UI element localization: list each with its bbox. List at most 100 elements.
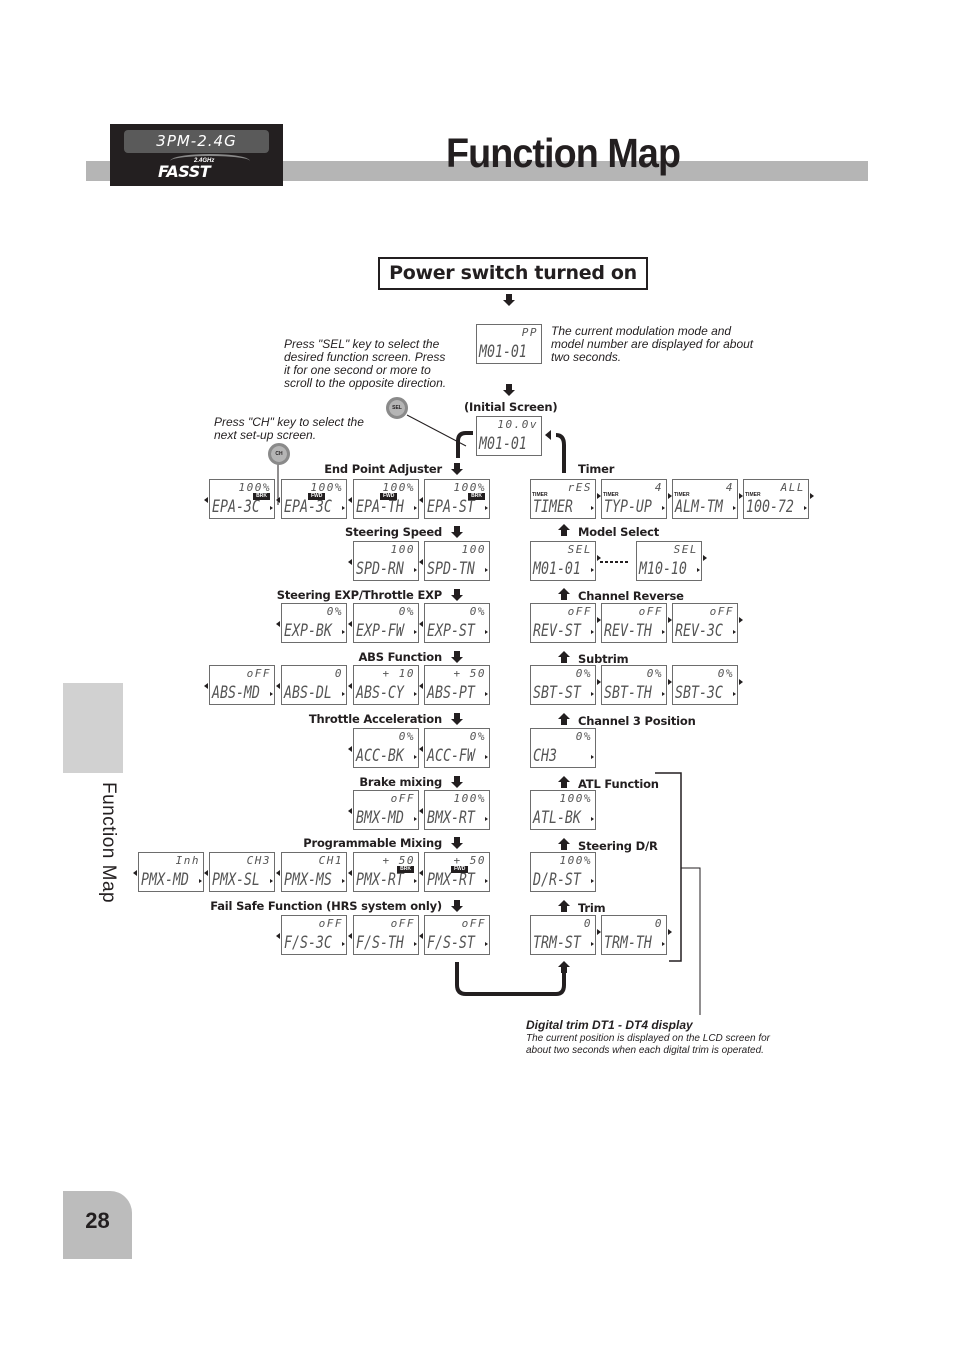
digital-trim-description: The current position is displayed on the… bbox=[526, 1033, 771, 1056]
scroll-left-icon bbox=[419, 621, 423, 627]
lcd-top-value: 0% bbox=[398, 730, 415, 743]
lcd-screen: 100% EPA-TH FWD bbox=[353, 479, 419, 519]
lcd-screen: Inh PMX-MD bbox=[138, 852, 204, 892]
scroll-right-icon bbox=[703, 555, 707, 561]
arrow-down-icon bbox=[503, 384, 515, 396]
function-label-timer: Timer bbox=[578, 462, 615, 476]
lcd-top-value: 0% bbox=[469, 605, 486, 618]
initial-right-curve bbox=[555, 433, 566, 473]
ch-key-button[interactable]: CH bbox=[268, 443, 290, 465]
lcd-bottom-value: TRM-TH bbox=[604, 933, 652, 953]
lcd-bottom-value: PMX-MD bbox=[141, 870, 189, 890]
cursor-indicator-icon bbox=[342, 692, 345, 696]
cursor-indicator-icon bbox=[804, 506, 807, 510]
function-label-channel-3-position: Channel 3 Position bbox=[578, 714, 696, 728]
lcd-bottom-value: EPA-3C bbox=[284, 497, 332, 517]
lcd-bottom-value: PMX-SL bbox=[212, 870, 260, 890]
lcd-bottom-value: ABS-MD bbox=[212, 683, 260, 703]
function-label-throttle-acceleration: Throttle Acceleration bbox=[308, 712, 442, 726]
arrow-down-icon bbox=[451, 526, 463, 538]
function-label-model-select: Model Select bbox=[578, 525, 660, 539]
cursor-indicator-icon bbox=[485, 755, 488, 759]
lcd-screen: + 50 PMX-RT BRK bbox=[353, 852, 419, 892]
sel-key-button[interactable]: SEL bbox=[386, 397, 408, 419]
function-label-subtrim: Subtrim bbox=[578, 652, 629, 666]
forward-badge: FWD bbox=[451, 866, 469, 873]
lcd-bottom-value: EXP-FW bbox=[356, 621, 404, 641]
lcd-bottom-value: F/S-ST bbox=[427, 933, 475, 953]
lcd-top-value: 0% bbox=[717, 667, 734, 680]
lcd-screen: oFF F/S-TH bbox=[353, 915, 419, 955]
cursor-indicator-icon bbox=[485, 692, 488, 696]
lcd-bottom-value: F/S-TH bbox=[356, 933, 404, 953]
cursor-indicator-icon bbox=[342, 879, 345, 883]
scroll-left-icon bbox=[348, 746, 352, 752]
lcd-bottom-value: ALM-TM bbox=[675, 497, 723, 517]
lcd-top-value: rES bbox=[567, 481, 592, 494]
cursor-indicator-icon bbox=[662, 692, 665, 696]
forward-badge: FWD bbox=[308, 493, 326, 500]
timer-tag: TIMER bbox=[603, 492, 619, 498]
initial-screen-label: (Initial Screen) bbox=[464, 400, 558, 414]
function-label-steering-exp-throttle-exp: Steering EXP/Throttle EXP bbox=[276, 588, 442, 602]
lcd-screen: + 10 ABS-CY bbox=[353, 665, 419, 705]
cursor-indicator-icon bbox=[591, 755, 594, 759]
cursor-indicator-icon bbox=[733, 692, 736, 696]
lcd-screen: oFF REV-3C bbox=[672, 603, 738, 643]
function-label-end-point-adjuster: End Point Adjuster bbox=[324, 462, 442, 476]
lcd-top-value: CH3 bbox=[246, 854, 271, 867]
digital-trim-title: Digital trim DT1 - DT4 display bbox=[526, 1018, 693, 1032]
cursor-indicator-icon bbox=[414, 817, 417, 821]
lcd-top-value: 0% bbox=[575, 730, 592, 743]
cursor-indicator-icon bbox=[591, 692, 594, 696]
cursor-indicator-icon bbox=[414, 942, 417, 946]
lcd-bottom-value: M10-10 bbox=[639, 559, 687, 579]
lcd-screen: 0 TRM-TH bbox=[601, 915, 667, 955]
lcd-screen: 100% D/R-ST bbox=[530, 852, 596, 892]
lcd-screen: 100% EPA-3C BRK bbox=[209, 479, 275, 519]
lcd-top-value: + 50 bbox=[453, 667, 486, 680]
arrow-down-icon bbox=[451, 713, 463, 725]
arrow-up-icon bbox=[558, 651, 570, 663]
arrow-down-icon bbox=[451, 463, 463, 475]
arrow-down-icon bbox=[451, 776, 463, 788]
lcd-top-value: 4 bbox=[654, 481, 663, 494]
lcd-top-value: 100% bbox=[453, 792, 486, 805]
power-switch-box: Power switch turned on bbox=[378, 257, 648, 290]
lcd-screen: 0% EXP-BK bbox=[281, 603, 347, 643]
cursor-indicator-icon bbox=[414, 879, 417, 883]
lcd-screen: 100% EPA-3C FWD bbox=[281, 479, 347, 519]
function-label-brake-mixing: Brake mixing bbox=[359, 775, 442, 789]
arrow-left-icon bbox=[545, 430, 551, 440]
digital-trim-leader bbox=[681, 867, 701, 1015]
lcd-top-value: 0 bbox=[583, 917, 592, 930]
cursor-indicator-icon bbox=[591, 630, 594, 634]
arrow-up-icon bbox=[558, 838, 570, 850]
lcd-top-value: 10.0v bbox=[497, 418, 538, 431]
arrow-down-icon bbox=[451, 651, 463, 663]
lcd-screen: oFF F/S-ST bbox=[424, 915, 490, 955]
scroll-left-icon bbox=[276, 683, 280, 689]
lcd-top-value: CH1 bbox=[318, 854, 343, 867]
lcd-top-value: Inh bbox=[175, 854, 200, 867]
cursor-indicator-icon bbox=[591, 879, 594, 883]
cursor-indicator-icon bbox=[485, 817, 488, 821]
cursor-indicator-icon bbox=[485, 630, 488, 634]
lcd-top-value: oFF bbox=[318, 917, 343, 930]
scroll-right-icon bbox=[597, 555, 601, 561]
scroll-left-icon bbox=[419, 683, 423, 689]
arrow-up-icon bbox=[558, 713, 570, 725]
lcd-top-value: 0% bbox=[575, 667, 592, 680]
brake-badge: BRK bbox=[468, 493, 485, 500]
lcd-bottom-value: CH3 bbox=[533, 746, 557, 766]
lcd-screen: oFF BMX-MD bbox=[353, 790, 419, 830]
cursor-indicator-icon bbox=[270, 879, 273, 883]
sel-key-note: Press "SEL" key to select the desired fu… bbox=[284, 337, 447, 390]
lcd-bottom-value: PMX-RT bbox=[356, 870, 404, 890]
lcd-top-value: 0 bbox=[654, 917, 663, 930]
cursor-indicator-icon bbox=[697, 568, 700, 572]
lcd-screen: oFF REV-ST bbox=[530, 603, 596, 643]
scroll-left-icon bbox=[348, 559, 352, 565]
lcd-top-value: 100% bbox=[559, 854, 592, 867]
scroll-left-icon bbox=[419, 933, 423, 939]
